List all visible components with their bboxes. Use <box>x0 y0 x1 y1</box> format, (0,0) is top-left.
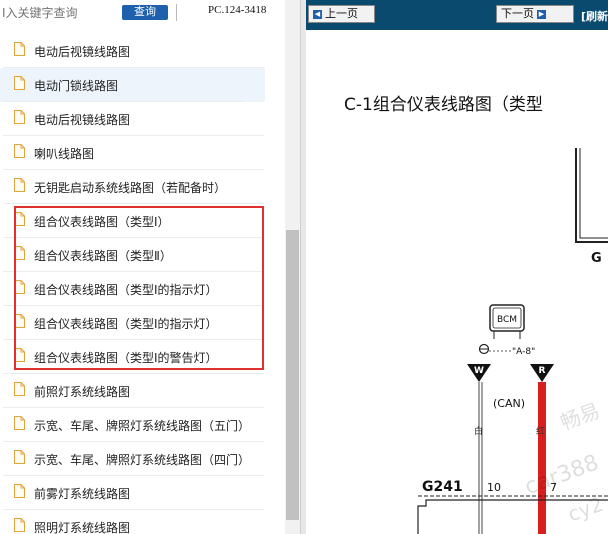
list-item-label: 组合仪表线路图（类型Ⅰ的指示灯） <box>34 317 218 331</box>
list-item[interactable]: 组合仪表线路图（类型Ⅰ） <box>0 204 285 238</box>
list-item-label: 组合仪表线路图（类型Ⅰ的指示灯） <box>34 283 218 297</box>
list-item-label: 无钥匙启动系统线路图（若配备时） <box>34 181 227 195</box>
list-item[interactable]: 组合仪表线路图（类型Ⅰ的指示灯） <box>0 272 285 306</box>
list-item[interactable]: 组合仪表线路图（类型Ⅰ的指示灯） <box>0 306 285 340</box>
watermark-text-1: 畅易 <box>557 398 603 434</box>
file-list-panel: 查询 PC.124-3418 电动后视镜线路图电动门锁线路图电动后视镜线路图喇叭… <box>0 0 285 534</box>
component-g-label: G <box>591 251 602 266</box>
list-item[interactable]: 示宽、车尾、牌照灯系统线路图（五门） <box>0 408 285 442</box>
list-item-label: 电动后视镜线路图 <box>34 113 131 127</box>
list-item-label: 组合仪表线路图（类型Ⅰ） <box>34 215 170 229</box>
page-code: PC.124-3418 <box>208 4 267 16</box>
pin-w-label: W <box>474 366 484 376</box>
bcm-label: BCM <box>497 315 517 325</box>
list-item-label: 前照灯系统线路图 <box>34 385 131 399</box>
watermark-text-2: car388 <box>522 450 603 500</box>
list-item[interactable]: 喇叭线路图 <box>0 136 285 170</box>
component-outline-inner <box>579 148 608 239</box>
list-item-label: 示宽、车尾、牌照灯系统线路图（五门） <box>34 419 251 433</box>
connector-g241-label: G241 <box>422 479 463 495</box>
document-icon <box>14 42 25 56</box>
list-item[interactable]: 组合仪表线路图（类型Ⅱ） <box>0 238 285 272</box>
list-scrollbar[interactable] <box>285 0 300 534</box>
document-icon <box>14 280 25 294</box>
list-item[interactable]: 无钥匙启动系统线路图（若配备时） <box>0 170 285 204</box>
document-icon <box>14 212 25 226</box>
diagram-list: 电动后视镜线路图 电动门锁线路图 电动后视镜线路图 喇叭线路图无钥匙启动系统线路图（若… <box>0 34 285 534</box>
list-item-label: 电动后视镜线路图 <box>34 45 131 59</box>
watermark-text-3: cy2 <box>565 492 607 527</box>
list-item-label: 前雾灯系统线路图 <box>34 487 131 501</box>
document-icon <box>14 450 25 464</box>
list-item[interactable]: 电动门锁线路图 <box>0 68 265 102</box>
document-icon <box>14 144 25 158</box>
list-item[interactable]: 前雾灯系统线路图 <box>0 476 285 510</box>
document-icon <box>14 178 25 192</box>
wiring-diagram: G BCM "A-8" W R (CAN) 白 红 G241 10 7 畅易 c… <box>417 148 608 534</box>
list-item-label: 电动门锁线路图 <box>34 79 119 93</box>
list-item[interactable]: 电动后视镜线路图 <box>0 34 285 68</box>
document-icon <box>14 348 25 362</box>
refresh-link[interactable]: [刷新 <box>581 8 608 24</box>
list-item[interactable]: 前照灯系统线路图 <box>0 374 285 408</box>
document-icon <box>14 416 25 430</box>
list-item[interactable]: 组合仪表线路图（类型Ⅰ的警告灯） <box>0 340 285 374</box>
document-viewer: ◀ 上一页 下一页 ▶ [刷新 C-1组合仪表线路图（类型 G BCM "A-8" … <box>306 0 608 534</box>
list-item-label: 组合仪表线路图（类型Ⅰ的警告灯） <box>34 351 218 365</box>
document-icon <box>14 484 25 498</box>
wire-red <box>538 382 546 534</box>
next-page-label: 下一页 <box>501 7 534 20</box>
list-item-label: 喇叭线路图 <box>34 147 95 161</box>
pin-r-label: R <box>539 366 546 376</box>
viewer-toolbar: ◀ 上一页 下一页 ▶ [刷新 <box>306 0 608 30</box>
prev-page-label: 上一页 <box>325 7 358 20</box>
list-item-label: 照明灯系统线路图 <box>34 521 131 534</box>
toolbar-divider <box>176 4 177 21</box>
list-item[interactable]: 示宽、车尾、牌照灯系统线路图（四门） <box>0 442 285 476</box>
search-button[interactable]: 查询 <box>122 5 168 20</box>
scroll-thumb[interactable] <box>286 230 299 520</box>
arrow-left-icon: ◀ <box>313 9 322 19</box>
document-icon <box>14 110 25 124</box>
document-icon <box>14 518 25 532</box>
prev-page-button[interactable]: ◀ 上一页 <box>308 5 375 23</box>
wire-white-label: 白 <box>474 425 483 437</box>
pin-10-label: 10 <box>487 481 501 494</box>
component-outline <box>575 148 608 243</box>
search-input[interactable] <box>0 3 118 23</box>
next-page-button[interactable]: 下一页 ▶ <box>496 5 574 23</box>
document-icon <box>14 76 25 90</box>
document-icon <box>14 314 25 328</box>
document-icon <box>14 246 25 260</box>
list-item[interactable]: 照明灯系统线路图 <box>0 510 285 534</box>
wire-red-label: 红 <box>536 425 545 437</box>
search-bar: 查询 PC.124-3418 <box>0 0 285 26</box>
can-label: (CAN) <box>493 397 525 410</box>
list-item-label: 示宽、车尾、牌照灯系统线路图（四门） <box>34 453 251 467</box>
arrow-right-icon: ▶ <box>537 9 546 19</box>
connector-a8-label: "A-8" <box>512 347 535 357</box>
list-item-label: 组合仪表线路图（类型Ⅱ） <box>34 249 172 263</box>
document-icon <box>14 382 25 396</box>
list-item[interactable]: 电动后视镜线路图 <box>0 102 285 136</box>
